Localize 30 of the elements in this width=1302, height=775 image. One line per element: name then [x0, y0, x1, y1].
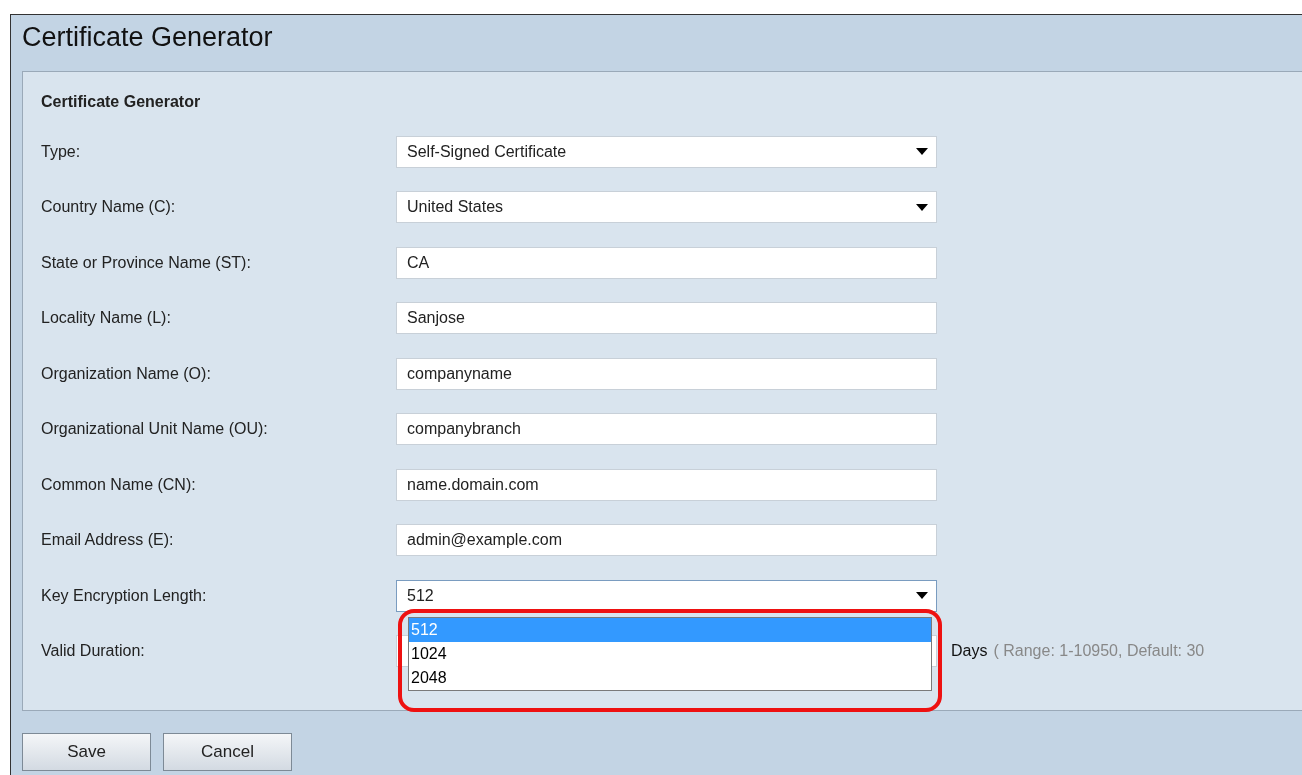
window-title: Certificate Generator: [21, 20, 274, 54]
field-label: Locality Name (L):: [41, 308, 172, 329]
field-label: Key Encryption Length:: [41, 585, 208, 606]
field-label: Country Name (C):: [41, 197, 177, 218]
caret-icon: [916, 203, 928, 211]
field-label: State or Province Name (ST):: [41, 252, 252, 273]
text-field[interactable]: admin@example.com: [396, 524, 937, 557]
section-title: Certificate Generator: [41, 92, 202, 112]
field-label: Organizational Unit Name (OU):: [41, 419, 269, 440]
field-label: Common Name (CN):: [41, 474, 197, 495]
text-field[interactable]: companyname: [396, 357, 937, 390]
dropdown-option[interactable]: 2048: [409, 665, 931, 690]
text-field[interactable]: companybranch: [396, 413, 937, 446]
text-field[interactable]: CA: [396, 246, 937, 279]
text-field[interactable]: Sanjose: [396, 302, 937, 335]
dropdown[interactable]: 512: [396, 579, 937, 612]
text-field[interactable]: name.domain.com: [396, 468, 937, 501]
range-hint: ( Range: 1-10950, Default: 30: [993, 641, 1205, 662]
form-button[interactable]: Cancel: [163, 733, 292, 771]
field-label: Organization Name (O):: [41, 363, 212, 384]
field-label: Valid Duration:: [41, 641, 146, 662]
caret-icon: [916, 148, 928, 156]
unit-label: Days: [951, 641, 988, 662]
dropdown[interactable]: Self-Signed Certificate: [396, 135, 937, 168]
dropdown-option[interactable]: 1024: [409, 641, 931, 666]
dropdown[interactable]: United States: [396, 191, 937, 224]
field-label: Email Address (E):: [41, 530, 175, 551]
field-label: Type:: [41, 141, 82, 162]
form-button[interactable]: Save: [22, 733, 151, 771]
caret-icon: [916, 592, 928, 600]
